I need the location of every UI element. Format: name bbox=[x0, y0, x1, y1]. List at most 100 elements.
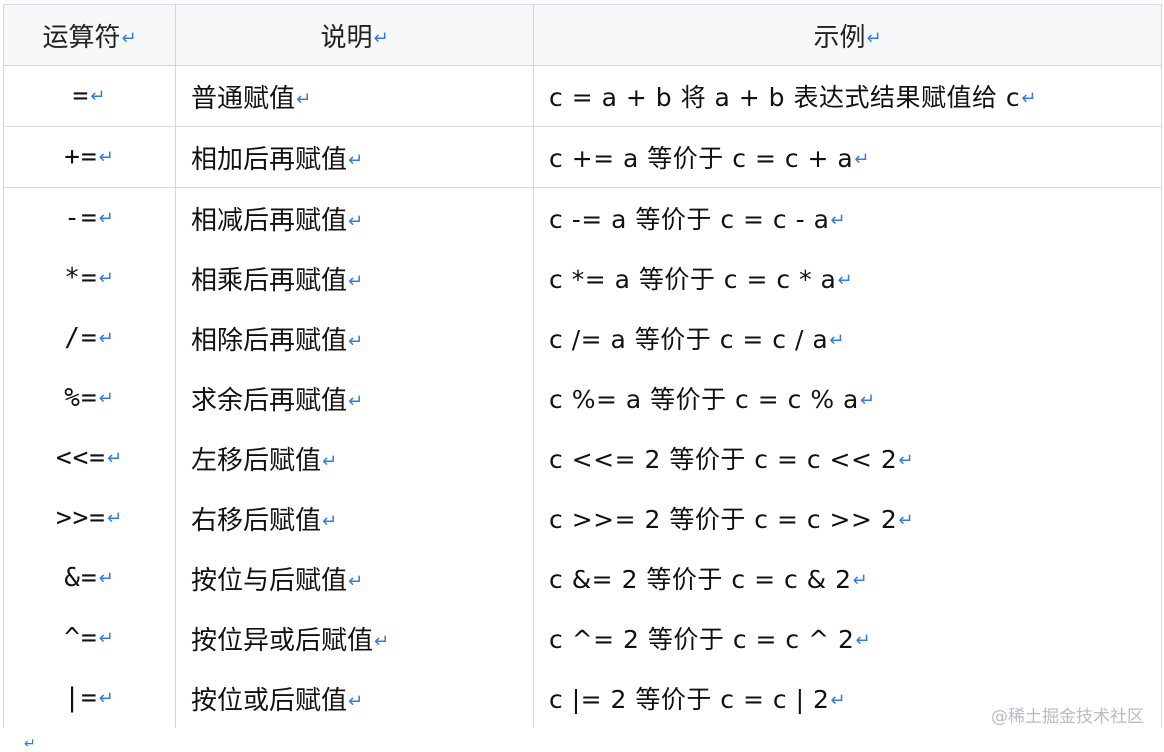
return-mark-icon: ↵ bbox=[24, 736, 36, 752]
table-row: =↵ 普通赋值↵ c = a + b 将 a + b 表达式结果赋值给 c↵ bbox=[3, 65, 1162, 127]
return-mark-icon: ↵ bbox=[837, 270, 853, 291]
return-mark-icon: ↵ bbox=[866, 27, 882, 49]
example-text: c *= a 等价于 c = c * a bbox=[549, 265, 837, 294]
watermark: @稀土掘金技术社区 bbox=[991, 707, 1144, 727]
description-text: 相加后再赋值 bbox=[191, 144, 348, 175]
return-mark-icon: ↵ bbox=[374, 630, 390, 652]
return-mark-icon: ↵ bbox=[296, 88, 312, 110]
return-mark-icon: ↵ bbox=[1021, 88, 1037, 109]
operator-text: >>= bbox=[55, 503, 106, 533]
return-mark-icon: ↵ bbox=[348, 690, 364, 712]
return-mark-icon: ↵ bbox=[348, 210, 364, 232]
return-mark-icon: ↵ bbox=[855, 630, 872, 651]
operator-text: <<= bbox=[55, 443, 106, 473]
return-mark-icon: ↵ bbox=[98, 688, 115, 709]
return-mark-icon: ↵ bbox=[98, 208, 115, 229]
example-cell: c %= a 等价于 c = c % a↵ bbox=[533, 368, 1162, 428]
return-mark-icon: ↵ bbox=[898, 510, 914, 531]
operator-cell: |=↵ bbox=[3, 668, 176, 728]
table-body: =↵ 普通赋值↵ c = a + b 将 a + b 表达式结果赋值给 c↵ +… bbox=[3, 65, 1162, 728]
return-mark-icon: ↵ bbox=[348, 570, 364, 592]
table-row: ^=↵ 按位异或后赋值↵ c ^= 2 等价于 c = c ^ 2↵ bbox=[3, 608, 1162, 668]
description-text: 按位异或后赋值 bbox=[191, 625, 374, 656]
table-row: /=↵ 相除后再赋值↵ c /= a 等价于 c = c / a↵ bbox=[3, 308, 1162, 368]
return-mark-icon: ↵ bbox=[830, 690, 846, 711]
example-cell: c ^= 2 等价于 c = c ^ 2↵ bbox=[533, 608, 1162, 668]
return-mark-icon: ↵ bbox=[98, 628, 115, 649]
return-mark-icon: ↵ bbox=[98, 147, 115, 168]
example-text: c &= 2 等价于 c = c & 2 bbox=[549, 565, 852, 594]
return-mark-icon: ↵ bbox=[348, 149, 364, 171]
return-mark-icon: ↵ bbox=[106, 448, 124, 469]
example-cell: c -= a 等价于 c = c - a↵ bbox=[533, 187, 1162, 248]
operator-cell: %=↵ bbox=[3, 368, 176, 428]
example-text: c /= a 等价于 c = c / a bbox=[549, 325, 829, 354]
table-row: >>=↵ 右移后赋值↵ c >>= 2 等价于 c = c >> 2↵ bbox=[3, 488, 1162, 548]
return-mark-icon: ↵ bbox=[121, 27, 137, 49]
operator-text: = bbox=[72, 81, 90, 111]
operator-text: /= bbox=[64, 323, 98, 353]
return-mark-icon: ↵ bbox=[98, 268, 115, 289]
return-mark-icon: ↵ bbox=[829, 330, 845, 351]
description-cell: 求余后再赋值↵ bbox=[175, 368, 534, 428]
operator-text: %= bbox=[64, 383, 98, 413]
example-cell: c &= 2 等价于 c = c & 2↵ bbox=[533, 548, 1162, 608]
example-text: c ^= 2 等价于 c = c ^ 2 bbox=[549, 625, 855, 654]
return-mark-icon: ↵ bbox=[852, 570, 869, 591]
operator-text: *= bbox=[64, 263, 98, 293]
operator-cell: =↵ bbox=[3, 65, 176, 127]
header-description: 说明↵ bbox=[175, 4, 534, 66]
example-text: c = a + b 将 a + b 表达式结果赋值给 c bbox=[549, 83, 1021, 112]
operator-cell: /=↵ bbox=[3, 308, 176, 368]
description-text: 按位或后赋值 bbox=[191, 685, 348, 716]
table-row: *=↵ 相乘后再赋值↵ c *= a 等价于 c = c * a↵ bbox=[3, 248, 1162, 308]
example-text: c -= a 等价于 c = c - a bbox=[549, 205, 830, 234]
operator-text: ^= bbox=[64, 623, 98, 653]
return-mark-icon: ↵ bbox=[322, 510, 338, 532]
example-cell: c = a + b 将 a + b 表达式结果赋值给 c↵ bbox=[533, 65, 1162, 127]
return-mark-icon: ↵ bbox=[348, 330, 364, 352]
example-cell: c /= a 等价于 c = c / a↵ bbox=[533, 308, 1162, 368]
header-description-label: 说明 bbox=[320, 22, 373, 53]
operator-cell: >>=↵ bbox=[3, 488, 176, 548]
operator-cell: &=↵ bbox=[3, 548, 176, 608]
return-mark-icon: ↵ bbox=[106, 508, 124, 529]
return-mark-icon: ↵ bbox=[854, 149, 870, 170]
description-text: 相减后再赋值 bbox=[191, 205, 348, 236]
example-cell: c <<= 2 等价于 c = c << 2↵ bbox=[533, 428, 1162, 488]
return-mark-icon: ↵ bbox=[348, 270, 364, 292]
header-example-label: 示例 bbox=[813, 22, 866, 53]
operator-table: 运算符↵ 说明↵ 示例↵ =↵ 普通赋值↵ c = a + b 将 a + b … bbox=[3, 4, 1162, 728]
example-text: c += a 等价于 c = c + a bbox=[549, 144, 854, 173]
description-cell: 普通赋值↵ bbox=[175, 65, 534, 127]
description-cell: 按位或后赋值↵ bbox=[175, 668, 534, 728]
description-cell: 按位异或后赋值↵ bbox=[175, 608, 534, 668]
operator-cell: *=↵ bbox=[3, 248, 176, 308]
description-cell: 相加后再赋值↵ bbox=[175, 126, 534, 188]
description-text: 左移后赋值 bbox=[191, 445, 322, 476]
description-text: 按位与后赋值 bbox=[191, 565, 348, 596]
example-text: c |= 2 等价于 c = c | 2 bbox=[549, 685, 830, 714]
description-cell: 右移后赋值↵ bbox=[175, 488, 534, 548]
operator-cell: <<=↵ bbox=[3, 428, 176, 488]
example-text: c >>= 2 等价于 c = c >> 2 bbox=[549, 505, 898, 534]
return-mark-icon: ↵ bbox=[98, 568, 115, 589]
description-cell: 左移后赋值↵ bbox=[175, 428, 534, 488]
operator-text: += bbox=[64, 142, 98, 172]
description-text: 相除后再赋值 bbox=[191, 325, 348, 356]
description-text: 相乘后再赋值 bbox=[191, 265, 348, 296]
description-text: 求余后再赋值 bbox=[191, 385, 348, 416]
description-text: 右移后赋值 bbox=[191, 505, 322, 536]
operator-text: &= bbox=[64, 563, 98, 593]
table-row: %=↵ 求余后再赋值↵ c %= a 等价于 c = c % a↵ bbox=[3, 368, 1162, 428]
return-mark-icon: ↵ bbox=[898, 450, 914, 471]
description-cell: 相除后再赋值↵ bbox=[175, 308, 534, 368]
return-mark-icon: ↵ bbox=[322, 450, 338, 472]
operator-text: -= bbox=[64, 203, 98, 233]
header-operator: 运算符↵ bbox=[3, 4, 176, 66]
return-mark-icon: ↵ bbox=[373, 27, 389, 49]
table-row: |=↵ 按位或后赋值↵ c |= 2 等价于 c = c | 2↵ bbox=[3, 668, 1162, 728]
table-header: 运算符↵ 说明↵ 示例↵ bbox=[3, 4, 1162, 66]
description-cell: 按位与后赋值↵ bbox=[175, 548, 534, 608]
return-mark-icon: ↵ bbox=[90, 86, 107, 107]
